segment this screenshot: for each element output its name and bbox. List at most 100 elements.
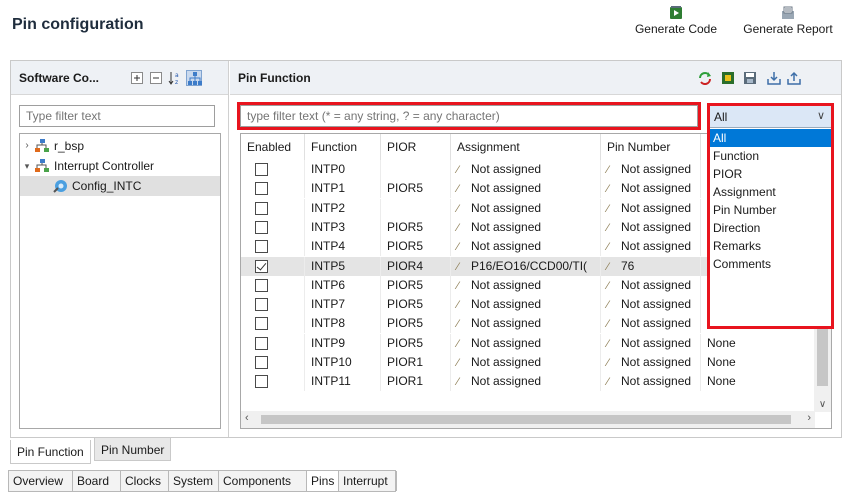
assignment-cell[interactable]: ⁄ Not assigned bbox=[451, 198, 601, 218]
export-icon[interactable] bbox=[786, 70, 802, 86]
pior-value: PIOR1 bbox=[387, 355, 424, 369]
dropdown-option[interactable]: All bbox=[710, 129, 831, 147]
chip-view-icon[interactable] bbox=[720, 70, 736, 86]
assignment-cell[interactable]: ⁄ Not assigned bbox=[451, 237, 601, 257]
edit-pencil-icon: ⁄ bbox=[607, 279, 609, 292]
enabled-cell bbox=[241, 275, 305, 295]
dir-cell[interactable]: None bbox=[701, 353, 815, 372]
collapse-arrow-icon[interactable]: ▾ bbox=[22, 156, 32, 176]
enabled-checkbox[interactable] bbox=[255, 259, 268, 273]
tab-pin-number[interactable]: Pin Number bbox=[94, 437, 172, 461]
save-config-icon[interactable] bbox=[742, 70, 758, 86]
tree-item-r-bsp[interactable]: › r_bsp bbox=[20, 136, 220, 156]
enabled-checkbox[interactable] bbox=[255, 298, 268, 312]
collapse-all-icon[interactable] bbox=[148, 70, 164, 86]
editor-tab-clocks[interactable]: Clocks bbox=[121, 471, 169, 491]
expand-all-icon[interactable] bbox=[129, 70, 145, 86]
pin-cell[interactable]: ⁄ Not assigned bbox=[601, 179, 701, 199]
generate-report-button[interactable]: Generate Report bbox=[733, 6, 843, 36]
pior-cell bbox=[381, 198, 451, 218]
editor-tab-interrupt[interactable]: Interrupt bbox=[339, 471, 397, 491]
pin-cell[interactable]: ⁄ Not assigned bbox=[601, 198, 701, 218]
refresh-icon[interactable] bbox=[697, 70, 713, 86]
expand-arrow-icon[interactable]: › bbox=[22, 136, 32, 156]
dir-cell[interactable]: None bbox=[701, 333, 815, 353]
enabled-checkbox[interactable] bbox=[255, 278, 268, 292]
pin-cell[interactable]: ⁄ Not assigned bbox=[601, 295, 701, 315]
scroll-right-icon[interactable]: › bbox=[807, 412, 811, 424]
table-row[interactable]: INTP10 PIOR1 ⁄ Not assigned ⁄ Not assigned Non… bbox=[241, 353, 815, 372]
tree-item-config-intc[interactable]: Config_INTC bbox=[20, 176, 220, 196]
edit-pencil-icon: ⁄ bbox=[457, 260, 459, 273]
tab-pin-function[interactable]: Pin Function bbox=[10, 440, 91, 464]
editor-tab-pins[interactable]: Pins bbox=[307, 471, 339, 491]
pin-cell[interactable]: ⁄ Not assigned bbox=[601, 237, 701, 257]
enabled-checkbox[interactable] bbox=[255, 356, 268, 369]
enabled-checkbox[interactable] bbox=[255, 375, 268, 389]
editor-tab-overview[interactable]: Overview bbox=[9, 471, 73, 491]
assignment-value: Not assigned bbox=[471, 277, 542, 292]
assignment-cell[interactable]: ⁄ Not assigned bbox=[451, 314, 601, 334]
pin-cell[interactable]: ⁄ Not assigned bbox=[601, 353, 701, 372]
enabled-checkbox[interactable] bbox=[255, 336, 268, 350]
pin-cell[interactable]: ⁄ Not assigned bbox=[601, 217, 701, 237]
filter-column-dropdown[interactable]: All ∨ All Function PIOR Assignment Pin Numbe… bbox=[707, 103, 834, 329]
horizontal-scrollbar[interactable]: ‹ › bbox=[241, 411, 815, 428]
enabled-checkbox[interactable] bbox=[255, 201, 268, 215]
editor-tab-system[interactable]: System bbox=[169, 471, 219, 491]
assignment-cell[interactable]: ⁄ Not assigned bbox=[451, 275, 601, 295]
pin-cell[interactable]: ⁄ Not assigned bbox=[601, 314, 701, 334]
assignment-cell[interactable]: ⁄ Not assigned bbox=[451, 179, 601, 199]
assignment-cell[interactable]: ⁄ Not assigned bbox=[451, 160, 601, 179]
enabled-cell bbox=[241, 217, 305, 237]
scroll-down-icon[interactable]: ∨ bbox=[814, 399, 831, 410]
filter-column-select[interactable]: All ∨ bbox=[710, 106, 831, 128]
column-header-enabled[interactable]: Enabled bbox=[241, 134, 305, 160]
column-header-pior[interactable]: PIOR bbox=[381, 134, 451, 160]
dropdown-option[interactable]: Comments bbox=[710, 255, 831, 273]
dropdown-option[interactable]: Pin Number bbox=[710, 201, 831, 219]
pin-cell[interactable]: ⁄ Not assigned bbox=[601, 275, 701, 295]
table-row[interactable]: INTP9 PIOR5 ⁄ Not assigned ⁄ Not assigned None bbox=[241, 333, 815, 353]
dropdown-option[interactable]: PIOR bbox=[710, 165, 831, 183]
generate-code-button[interactable]: Generate Code bbox=[626, 6, 726, 36]
chevron-down-icon[interactable]: ∨ bbox=[817, 109, 825, 122]
hierarchy-view-icon[interactable] bbox=[186, 70, 202, 86]
pin-filter-input[interactable] bbox=[237, 102, 701, 130]
component-filter-input[interactable] bbox=[19, 105, 215, 127]
tree-item-interrupt-controller[interactable]: ▾ Interrupt Controller bbox=[20, 156, 220, 176]
assignment-cell[interactable]: ⁄ Not assigned bbox=[451, 217, 601, 237]
assignment-cell[interactable]: ⁄ Not assigned bbox=[451, 333, 601, 353]
dir-cell[interactable]: None bbox=[701, 372, 815, 392]
editor-tab-board[interactable]: Board bbox=[73, 471, 121, 491]
horizontal-scroll-thumb[interactable] bbox=[261, 415, 791, 424]
function-cell: INTP5 bbox=[305, 256, 381, 276]
pin-cell[interactable]: ⁄ Not assigned bbox=[601, 333, 701, 353]
sort-az-icon[interactable]: az bbox=[167, 70, 183, 86]
pin-cell[interactable]: ⁄ Not assigned bbox=[601, 372, 701, 392]
assignment-cell[interactable]: ⁄ P16/EO16/CCD00/TI( bbox=[451, 256, 601, 276]
table-row[interactable]: INTP11 PIOR1 ⁄ Not assigned ⁄ Not assigned Non… bbox=[241, 372, 815, 392]
column-header-assignment[interactable]: Assignment bbox=[451, 134, 601, 160]
enabled-checkbox[interactable] bbox=[255, 163, 268, 176]
assignment-cell[interactable]: ⁄ Not assigned bbox=[451, 372, 601, 392]
editor-tab-components[interactable]: Components bbox=[219, 471, 307, 491]
enabled-checkbox[interactable] bbox=[255, 240, 268, 254]
enabled-checkbox[interactable] bbox=[255, 182, 268, 196]
dropdown-option[interactable]: Assignment bbox=[710, 183, 831, 201]
pin-cell[interactable]: ⁄ 76 bbox=[601, 256, 701, 276]
import-icon[interactable] bbox=[766, 70, 782, 86]
column-header-function[interactable]: Function bbox=[305, 134, 381, 160]
assignment-value: Not assigned bbox=[471, 181, 542, 196]
pin-cell[interactable]: ⁄ Not assigned bbox=[601, 160, 701, 179]
enabled-checkbox[interactable] bbox=[255, 220, 268, 234]
dropdown-option[interactable]: Direction bbox=[710, 219, 831, 237]
assignment-cell[interactable]: ⁄ Not assigned bbox=[451, 353, 601, 372]
enabled-checkbox[interactable] bbox=[255, 317, 268, 331]
filter-column-options: All Function PIOR Assignment Pin Number Direc… bbox=[710, 129, 831, 273]
assignment-cell[interactable]: ⁄ Not assigned bbox=[451, 295, 601, 315]
dropdown-option[interactable]: Remarks bbox=[710, 237, 831, 255]
column-header-pin-number[interactable]: Pin Number bbox=[601, 134, 701, 160]
scroll-left-icon[interactable]: ‹ bbox=[245, 412, 249, 424]
dropdown-option[interactable]: Function bbox=[710, 147, 831, 165]
